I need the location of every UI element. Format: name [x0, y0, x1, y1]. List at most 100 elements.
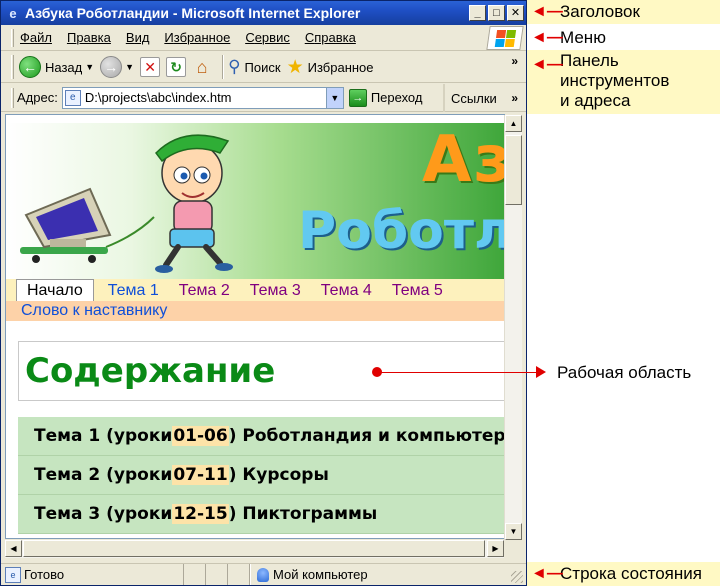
minimize-button[interactable]: _: [469, 5, 486, 21]
windows-logo-icon: [486, 26, 524, 50]
menu-file[interactable]: Файл: [20, 30, 52, 45]
search-icon: ⚲: [228, 57, 241, 76]
topic-list: Тема 1 (уроки 01-06) Роботландия и компь…: [18, 417, 505, 534]
ie-logo-icon: e: [9, 5, 17, 21]
horizontal-scrollbar[interactable]: ◀ ▶: [5, 540, 504, 558]
status-text: Готово: [24, 567, 65, 582]
menu-edit[interactable]: Правка: [67, 30, 111, 45]
annotation-toolbar: ◄— Панель инструментов и адреса: [527, 50, 720, 114]
lesson-range: 07-11: [172, 465, 229, 485]
back-arrow-icon: ←: [19, 56, 41, 78]
menu-favorites[interactable]: Избранное: [164, 30, 230, 45]
search-label: Поиск: [244, 59, 281, 75]
links-button[interactable]: Ссылки: [443, 84, 497, 112]
annotation-status-text: Строка состояния: [560, 564, 702, 583]
home-button[interactable]: ⌂: [192, 57, 212, 77]
annotation-toolbar-line: и адреса: [560, 91, 631, 110]
topic-nav: Начало Тема 1 Тема 2 Тема 3 Тема 4 Тема …: [6, 279, 504, 301]
refresh-icon: ↻: [166, 57, 187, 77]
nav-tab-topic-3[interactable]: Тема 3: [240, 281, 311, 301]
address-label: Адрес:: [17, 90, 58, 105]
go-button[interactable]: → Переход: [348, 88, 423, 107]
stop-button[interactable]: ✕: [140, 57, 161, 77]
page-content[interactable]: Аз Роботл Начало Тема 1 Тема 2 Тема 3 Те…: [5, 114, 505, 539]
status-bar: e Готово Мой компьютер: [1, 563, 526, 585]
nav-tab-topic-1[interactable]: Тема 1: [98, 281, 169, 301]
forward-button[interactable]: → ▼: [100, 56, 134, 78]
toolbar-grip[interactable]: [11, 55, 14, 79]
menu-view[interactable]: Вид: [126, 30, 150, 45]
toolbar-more-icon[interactable]: »: [511, 54, 518, 68]
nav-tab-topic-4[interactable]: Тема 4: [311, 281, 382, 301]
topic-title: ) Роботландия и компьютеры: [228, 426, 505, 446]
go-label: Переход: [370, 90, 423, 105]
address-dropdown-icon[interactable]: ▼: [325, 87, 343, 108]
workarea-arrowhead-icon: [536, 366, 546, 378]
lesson-range: 12-15: [172, 504, 229, 524]
address-input[interactable]: D:\projects\abc\index.htm: [85, 90, 326, 105]
scroll-right-icon[interactable]: ▶: [487, 540, 504, 557]
window-title: Азбука Роботландии - Microsoft Internet …: [25, 5, 361, 21]
forward-dropdown-icon[interactable]: ▼: [125, 62, 134, 72]
annotation-menu-text: Меню: [560, 28, 606, 47]
address-bar: Адрес: e D:\projects\abc\index.htm ▼ → П…: [1, 84, 526, 112]
menu-grip[interactable]: [11, 28, 14, 47]
topic-prefix: Тема 3 (уроки: [34, 504, 173, 524]
scroll-left-icon[interactable]: ◀: [5, 540, 22, 557]
vertical-scroll-thumb[interactable]: [505, 135, 522, 205]
forward-arrow-icon: →: [100, 56, 123, 78]
refresh-button[interactable]: ↻: [166, 57, 187, 77]
page-document-icon: e: [64, 89, 81, 106]
nav-tab-topic-5[interactable]: Тема 5: [382, 281, 453, 301]
site-banner: Аз Роботл: [6, 123, 505, 279]
topic-row[interactable]: Тема 3 (уроки 12-15) Пиктограммы: [18, 495, 504, 534]
scroll-down-icon[interactable]: ▼: [505, 523, 522, 540]
scroll-up-icon[interactable]: ▲: [505, 115, 522, 132]
status-cell: [206, 564, 228, 585]
menu-tools[interactable]: Сервис: [245, 30, 290, 45]
status-main: e Готово: [1, 564, 184, 585]
address-grip[interactable]: [11, 87, 14, 108]
horizontal-scroll-thumb[interactable]: [23, 540, 485, 557]
maximize-button[interactable]: □: [488, 5, 505, 21]
zone-text: Мой компьютер: [273, 567, 368, 582]
topic-prefix: Тема 2 (уроки: [34, 465, 173, 485]
annotation-title-text: Заголовок: [560, 2, 640, 21]
back-button[interactable]: ← Назад ▼: [19, 56, 94, 78]
search-button[interactable]: ⚲ Поиск: [228, 57, 280, 77]
back-label: Назад: [45, 59, 83, 75]
annotation-arrow-icon: ◄—: [531, 56, 563, 73]
favorites-label: Избранное: [307, 59, 374, 75]
status-cell: [228, 564, 250, 585]
topic-prefix: Тема 1 (уроки: [34, 426, 173, 446]
nav-tab-topic-2[interactable]: Тема 2: [169, 281, 240, 301]
favorites-button[interactable]: ★ Избранное: [287, 56, 374, 79]
stop-icon: ✕: [140, 57, 161, 77]
annotation-toolbar-line: инструментов: [560, 71, 670, 90]
annotation-toolbar-line: Панель: [560, 51, 619, 70]
annotation-status: ◄— Строка состояния: [527, 562, 720, 586]
resize-grip-icon[interactable]: [511, 571, 523, 583]
annotation-arrow-icon: ◄—: [531, 565, 563, 582]
status-cell: [184, 564, 206, 585]
lesson-range: 01-06: [172, 426, 229, 446]
annotation-arrow-icon: ◄—: [531, 29, 563, 46]
contents-heading-box: Содержание: [18, 341, 504, 401]
address-field[interactable]: e D:\projects\abc\index.htm ▼: [61, 86, 344, 109]
close-button[interactable]: ✕: [507, 5, 524, 21]
topic-title: ) Курсоры: [228, 465, 329, 485]
topic-row[interactable]: Тема 2 (уроки 07-11) Курсоры: [18, 456, 504, 495]
nav-tab-home[interactable]: Начало: [16, 279, 94, 301]
links-more-icon[interactable]: »: [511, 84, 518, 112]
go-arrow-icon: →: [348, 88, 367, 107]
annotation-arrow-icon: ◄—: [531, 3, 563, 20]
banner-title-bottom: Роботл: [298, 201, 505, 261]
star-icon: ★: [286, 56, 304, 78]
back-dropdown-icon[interactable]: ▼: [85, 62, 94, 72]
mentor-link[interactable]: Слово к наставнику: [21, 302, 167, 320]
menu-help[interactable]: Справка: [305, 30, 356, 45]
vertical-scrollbar[interactable]: ▲ ▼: [504, 115, 522, 540]
page-status-icon: e: [5, 566, 21, 583]
menu-bar: Файл Правка Вид Избранное Сервис Справка: [1, 25, 526, 51]
topic-row[interactable]: Тема 1 (уроки 01-06) Роботландия и компь…: [18, 417, 505, 456]
